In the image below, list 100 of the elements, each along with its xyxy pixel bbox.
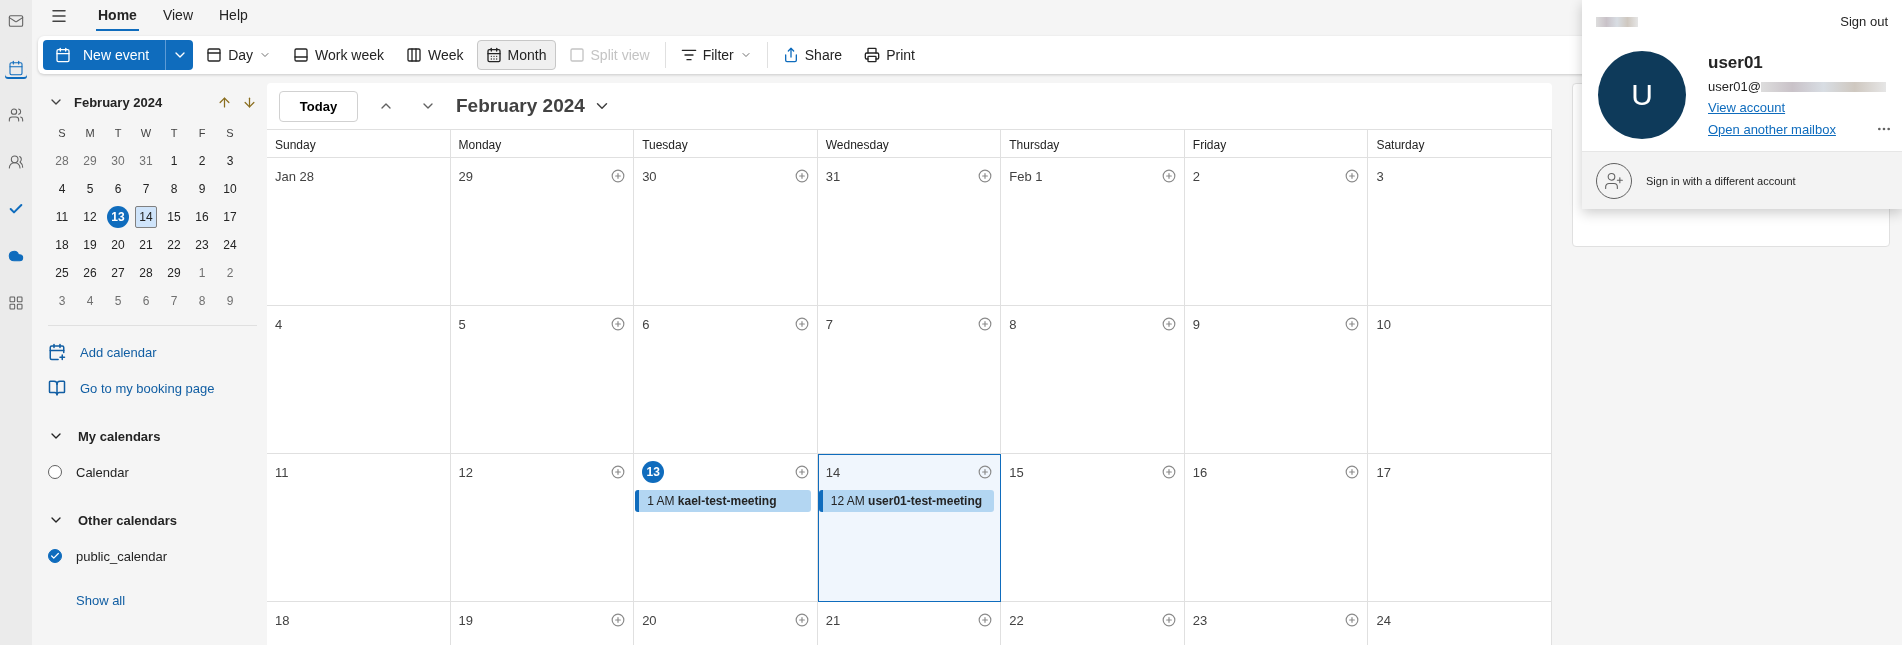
event-chip[interactable]: 12 AM user01-test-meeting	[818, 490, 995, 512]
calendar-item[interactable]: public_calendar	[48, 538, 257, 574]
menu-button[interactable]	[50, 7, 68, 25]
add-event-icon[interactable]	[611, 465, 626, 479]
add-event-icon[interactable]	[794, 465, 809, 479]
ribbon-tab[interactable]: View	[160, 1, 195, 31]
add-event-icon[interactable]	[611, 317, 626, 331]
add-event-icon[interactable]	[1345, 169, 1360, 183]
day-cell[interactable]: 12	[450, 454, 635, 602]
calendar-group-header[interactable]: Other calendars	[48, 502, 257, 538]
mini-calendar-day[interactable]: 4	[79, 290, 101, 312]
mini-calendar-day[interactable]: 16	[191, 206, 213, 228]
calendar-item[interactable]: Calendar	[48, 454, 257, 490]
add-event-icon[interactable]	[611, 613, 626, 627]
day-cell[interactable]: 4	[267, 306, 451, 454]
day-cell[interactable]: 10	[1368, 306, 1552, 454]
day-cell[interactable]: 5	[450, 306, 635, 454]
add-event-icon[interactable]	[1345, 613, 1360, 627]
add-event-icon[interactable]	[611, 169, 626, 183]
day-cell[interactable]: 30	[634, 158, 818, 306]
previous-month-button[interactable]	[217, 94, 232, 110]
mini-calendar-day[interactable]: 23	[191, 234, 213, 256]
ribbon-tab[interactable]: Help	[217, 1, 250, 31]
day-cell[interactable]: Feb 1	[1001, 158, 1185, 306]
day-cell[interactable]: 15	[1001, 454, 1185, 602]
toolbar-button[interactable]: Filter	[671, 40, 761, 70]
ribbon-tab[interactable]: Home	[96, 1, 139, 31]
add-event-icon[interactable]	[1161, 613, 1176, 627]
month-picker[interactable]: February 2024	[456, 95, 611, 117]
add-event-icon[interactable]	[1345, 317, 1360, 331]
day-cell[interactable]: 8	[1001, 306, 1185, 454]
day-cell[interactable]: 14 12 AM user01-test-meeting	[817, 454, 1002, 602]
mini-calendar-day[interactable]: 27	[107, 262, 129, 284]
toolbar-button[interactable]: Day	[197, 40, 281, 70]
day-cell[interactable]: 17	[1368, 454, 1552, 602]
mini-calendar-day[interactable]: 29	[163, 262, 185, 284]
mini-calendar-day[interactable]: 29	[79, 150, 101, 172]
show-all-link[interactable]: Show all	[76, 586, 126, 614]
new-event-button[interactable]: New event	[43, 40, 166, 70]
mini-calendar-day[interactable]: 2	[191, 150, 213, 172]
toolbar-button[interactable]: Print	[855, 40, 924, 70]
event-chip[interactable]: 1 AM kael-test-meeting	[635, 490, 811, 512]
mini-calendar-day[interactable]: 4	[51, 178, 73, 200]
mini-calendar-day[interactable]: 1	[163, 150, 185, 172]
dropdown-button[interactable]	[165, 40, 194, 70]
mini-calendar-day[interactable]: 30	[107, 150, 129, 172]
mini-calendar-day[interactable]: 8	[191, 290, 213, 312]
day-cell[interactable]: 31	[817, 158, 1002, 306]
mini-calendar-day[interactable]: 28	[51, 150, 73, 172]
calendar-group-header[interactable]: My calendars	[48, 418, 257, 454]
mini-calendar-day[interactable]: 31	[135, 150, 157, 172]
sign-out-link[interactable]: Sign out	[1840, 14, 1888, 29]
sidebar-link[interactable]: Go to my booking page	[48, 370, 257, 406]
mini-calendar-day[interactable]: 26	[79, 262, 101, 284]
add-event-icon[interactable]	[1345, 465, 1360, 479]
add-event-icon[interactable]	[794, 613, 809, 627]
add-event-icon[interactable]	[794, 317, 809, 331]
add-event-icon[interactable]	[1161, 317, 1176, 331]
mini-calendar-day[interactable]: 6	[135, 290, 157, 312]
mini-calendar-day[interactable]: 10	[219, 178, 241, 200]
mini-calendar-day[interactable]: 7	[163, 290, 185, 312]
toolbar-button[interactable]: Work week	[284, 40, 394, 70]
mini-calendar-day[interactable]: 11	[51, 206, 73, 228]
add-event-icon[interactable]	[1161, 465, 1176, 479]
mini-calendar-day[interactable]: 17	[219, 206, 241, 228]
mini-calendar-day[interactable]: 3	[219, 150, 241, 172]
mini-calendar-day[interactable]: 21	[135, 234, 157, 256]
mini-calendar-day[interactable]: 19	[79, 234, 101, 256]
mini-calendar-day[interactable]: 18	[51, 234, 73, 256]
mini-calendar-day[interactable]: 9	[191, 178, 213, 200]
mini-calendar-day[interactable]: 13	[107, 206, 129, 228]
mini-calendar-day[interactable]: 3	[51, 290, 73, 312]
mini-calendar-day[interactable]: 1	[191, 262, 213, 284]
next-month-button[interactable]	[242, 94, 257, 110]
today-button[interactable]: Today	[279, 90, 358, 122]
mini-calendar-day[interactable]: 25	[51, 262, 73, 284]
mini-calendar-day[interactable]: 24	[219, 234, 241, 256]
add-event-icon[interactable]	[978, 613, 993, 627]
calendar-checkbox[interactable]	[48, 549, 62, 563]
add-event-icon[interactable]	[978, 169, 993, 183]
sidebar-link[interactable]: Add calendar	[48, 334, 257, 370]
day-cell[interactable]: 11	[267, 454, 451, 602]
account-link[interactable]: View account	[1708, 100, 1786, 115]
day-cell[interactable]: 2	[1184, 158, 1369, 306]
day-cell[interactable]: 3	[1368, 158, 1552, 306]
toolbar-button[interactable]: Share	[773, 40, 852, 70]
mini-calendar-day[interactable]: 20	[107, 234, 129, 256]
mini-calendar-day[interactable]: 28	[135, 262, 157, 284]
mini-calendar-day[interactable]: 9	[219, 290, 241, 312]
add-event-icon[interactable]	[978, 465, 993, 479]
day-cell[interactable]: 13 1 AM kael-test-meeting	[634, 454, 818, 602]
mini-calendar-day[interactable]: 12	[79, 206, 101, 228]
mini-calendar-day[interactable]: 5	[79, 178, 101, 200]
toolbar-button[interactable]: Week	[397, 40, 473, 70]
day-cell[interactable]: 16	[1184, 454, 1369, 602]
add-event-icon[interactable]	[978, 317, 993, 331]
mini-calendar-day[interactable]: 7	[135, 178, 157, 200]
mini-calendar-day[interactable]: 15	[163, 206, 185, 228]
toolbar-button[interactable]: Month	[476, 40, 556, 70]
calendar-checkbox[interactable]	[48, 465, 62, 479]
